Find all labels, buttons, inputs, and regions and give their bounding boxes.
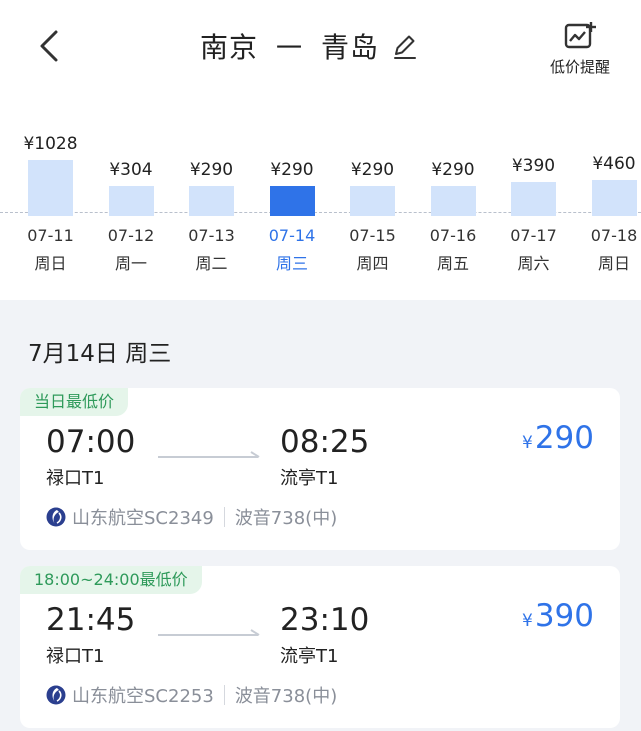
- weekday-label: 周五: [436, 254, 469, 273]
- date-label: 07-18: [590, 226, 638, 245]
- price-bar: [108, 185, 154, 216]
- price-bar: [350, 186, 395, 216]
- date-label: 07-11: [27, 226, 74, 245]
- date-price: ¥290: [189, 160, 234, 180]
- flight-card[interactable]: 18:00~24:00最低价 21:45 禄口T1 23:10 流亭T1 ¥390 山东航空…: [20, 566, 620, 728]
- weekday-label: 周六: [517, 254, 550, 273]
- arrival-airport: 流亭T1: [280, 646, 339, 667]
- lowest-price-tag: 当日最低价: [20, 388, 129, 416]
- arrival-time: 23:10: [280, 602, 370, 638]
- date-price: ¥304: [109, 159, 153, 180]
- price-bar: [269, 186, 315, 216]
- date-label: 07-14: [268, 226, 316, 245]
- departure-time: 21:45: [46, 602, 136, 638]
- date-tab-07-13[interactable]: ¥290 07-13 周二: [171, 130, 252, 290]
- date-price: ¥290: [270, 160, 314, 180]
- date-tab-07-11[interactable]: ¥1028 07-11 周日: [10, 130, 91, 290]
- flight-meta: 山东航空SC2253 波音738(中): [46, 682, 337, 708]
- weekday-label: 周二: [195, 254, 228, 273]
- currency-symbol: ¥: [522, 611, 533, 631]
- origin-city: 南京: [200, 31, 259, 64]
- weekday-label: 周四: [356, 254, 389, 273]
- lowest-price-tag: 18:00~24:00最低价: [20, 566, 202, 594]
- weekday-label: 周一: [114, 254, 147, 273]
- date-tab-07-18[interactable]: ¥460 07-18 周日: [574, 130, 641, 290]
- price-value: 290: [534, 420, 594, 456]
- selected-day-title: 7月14日 周三: [28, 341, 172, 367]
- meta-divider: [223, 685, 225, 705]
- low-price-alert-label: 低价提醒: [549, 58, 610, 76]
- date-tab-07-12[interactable]: ¥304 07-12 周一: [91, 130, 172, 290]
- airline-logo-icon: [46, 685, 66, 705]
- price-calendar: ¥1028 07-11 周日 ¥304 07-12 周一 ¥290 07-13 周二 ¥290 07…: [0, 130, 641, 290]
- weekday-label: 周日: [597, 254, 630, 273]
- destination-city: 青岛: [321, 31, 380, 64]
- price-value: 390: [534, 598, 594, 634]
- date-label: 07-15: [349, 226, 396, 245]
- departure-time: 07:00: [46, 424, 136, 460]
- header-panel: 南京 一 青岛 低价提醒 ¥1028 07-11 周日 ¥304 07-12 周一 ¥290…: [0, 0, 641, 300]
- date-price: ¥290: [350, 160, 395, 180]
- price-bar: [28, 160, 73, 216]
- airline-flight-number: 山东航空SC2349: [72, 508, 214, 529]
- date-tab-07-14[interactable]: ¥290 07-14 周三: [252, 130, 333, 290]
- arrival-airport: 流亭T1: [280, 468, 339, 489]
- price-bar: [511, 182, 556, 216]
- price-bar: [430, 186, 476, 216]
- flight-meta: 山东航空SC2349 波音738(中): [46, 504, 337, 530]
- airline-flight-number: 山东航空SC2253: [72, 686, 214, 707]
- date-tab-07-17[interactable]: ¥390 07-17 周六: [493, 130, 574, 290]
- meta-divider: [223, 507, 225, 527]
- weekday-label: 周日: [34, 254, 67, 273]
- low-price-alert-button[interactable]: 低价提醒: [540, 22, 620, 77]
- departure-airport: 禄口T1: [46, 468, 105, 489]
- edit-route-icon[interactable]: [389, 31, 419, 61]
- currency-symbol: ¥: [522, 433, 533, 453]
- arrival-time: 08:25: [280, 424, 370, 460]
- date-price: ¥390: [511, 156, 556, 177]
- back-button[interactable]: [30, 24, 70, 68]
- chevron-left-icon: [40, 30, 58, 62]
- flight-card[interactable]: 当日最低价 07:00 禄口T1 08:25 流亭T1 ¥290 山东航空SC2349 波音7…: [20, 388, 620, 550]
- flight-arrow-icon: [158, 629, 260, 636]
- weekday-label: 周三: [275, 254, 308, 273]
- route-separator: 一: [276, 33, 304, 64]
- date-label: 07-12: [107, 226, 155, 245]
- date-label: 07-16: [429, 226, 477, 245]
- flight-price: ¥290: [522, 420, 594, 456]
- airline-logo-icon: [46, 507, 66, 527]
- aircraft-type: 波音738(中): [234, 686, 338, 707]
- date-price: ¥290: [431, 160, 475, 180]
- route-title: 南京 一 青岛: [200, 26, 419, 66]
- price-bar: [189, 186, 234, 216]
- date-label: 07-13: [188, 226, 235, 245]
- date-label: 07-17: [510, 226, 557, 245]
- date-price: ¥1028: [23, 134, 78, 154]
- flight-price: ¥390: [522, 598, 594, 634]
- date-tab-07-15[interactable]: ¥290 07-15 周四: [332, 130, 413, 290]
- flight-arrow-icon: [158, 451, 260, 458]
- aircraft-type: 波音738(中): [234, 508, 338, 529]
- price-bar: [591, 180, 637, 216]
- date-tab-07-16[interactable]: ¥290 07-16 周五: [413, 130, 494, 290]
- price-trend-alert-icon: [564, 22, 596, 49]
- departure-airport: 禄口T1: [46, 646, 105, 667]
- date-price: ¥460: [592, 154, 636, 174]
